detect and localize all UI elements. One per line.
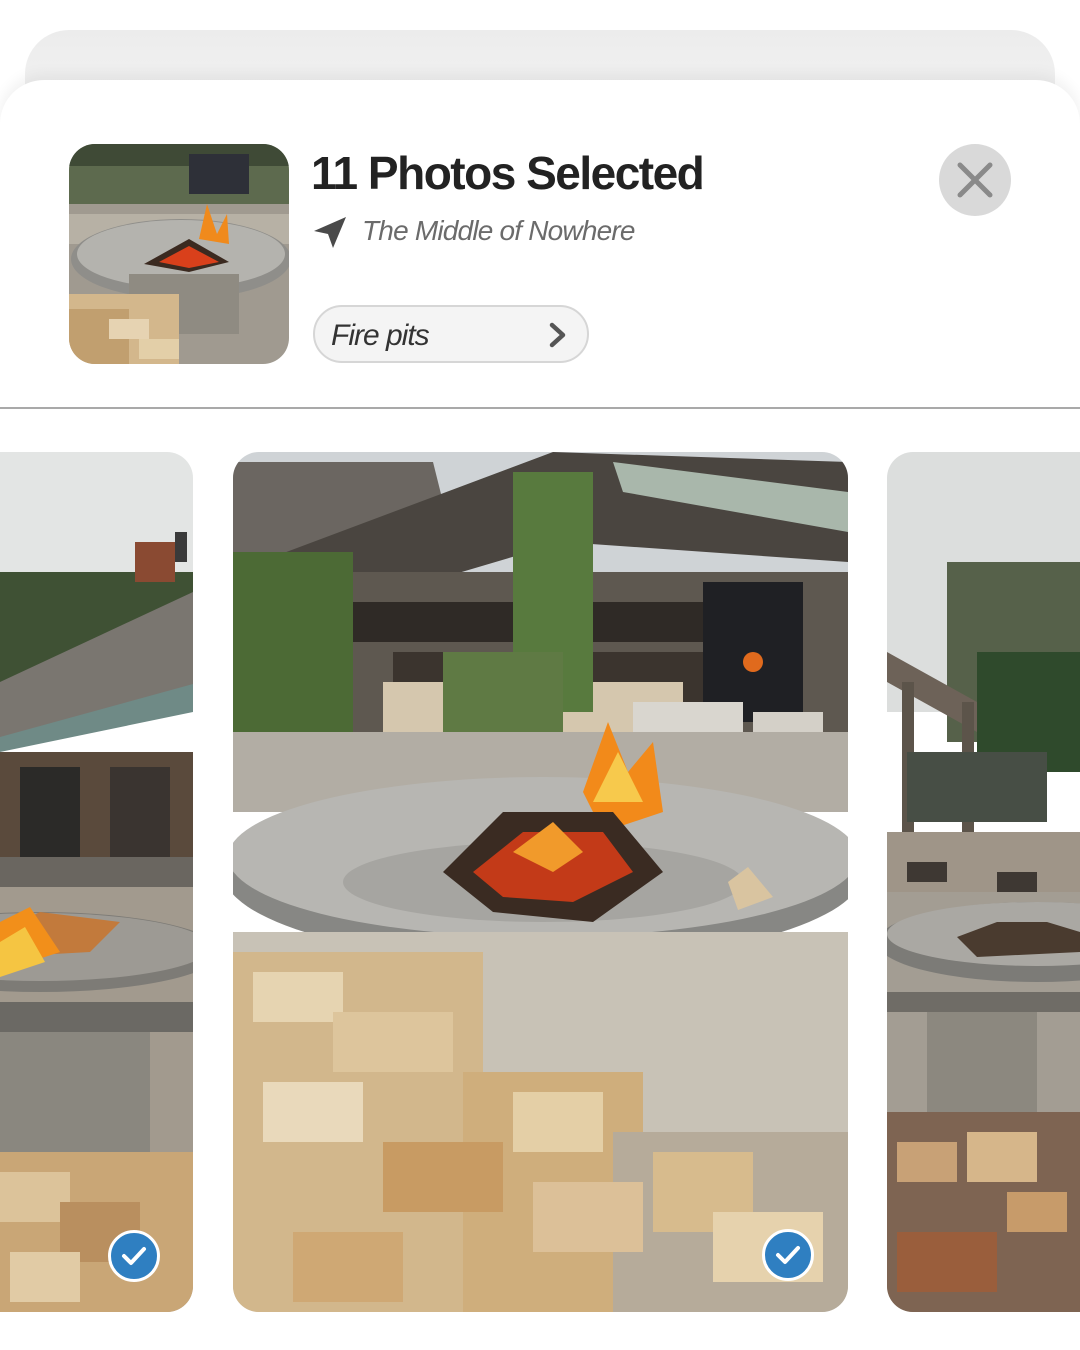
header-divider — [0, 407, 1080, 409]
location-arrow-icon — [314, 217, 346, 248]
tag-button[interactable]: Fire pits — [313, 305, 589, 363]
photo-card-next[interactable] — [887, 452, 1080, 1312]
photo-card-previous[interactable] — [0, 452, 193, 1312]
tag-label: Fire pits — [331, 319, 430, 352]
checkmark-icon — [776, 1246, 800, 1264]
fire-pit-photo-previous — [0, 452, 193, 1312]
close-icon — [957, 162, 993, 198]
selected-check-badge[interactable] — [108, 1230, 160, 1282]
close-button[interactable] — [939, 144, 1011, 216]
fire-pit-thumbnail-image — [69, 144, 289, 364]
selected-check-badge[interactable] — [762, 1229, 814, 1281]
photo-carousel[interactable] — [0, 452, 1080, 1314]
checkmark-icon — [122, 1247, 146, 1265]
fire-pit-photo-current — [233, 452, 848, 1312]
location-label: The Middle of Nowhere — [362, 215, 635, 246]
photo-card-current[interactable] — [233, 452, 848, 1312]
fire-pit-photo-next — [887, 452, 1080, 1312]
selection-thumbnail[interactable] — [69, 144, 289, 364]
chevron-right-icon — [549, 322, 566, 348]
page-title: 11 Photos Selected — [311, 147, 705, 199]
